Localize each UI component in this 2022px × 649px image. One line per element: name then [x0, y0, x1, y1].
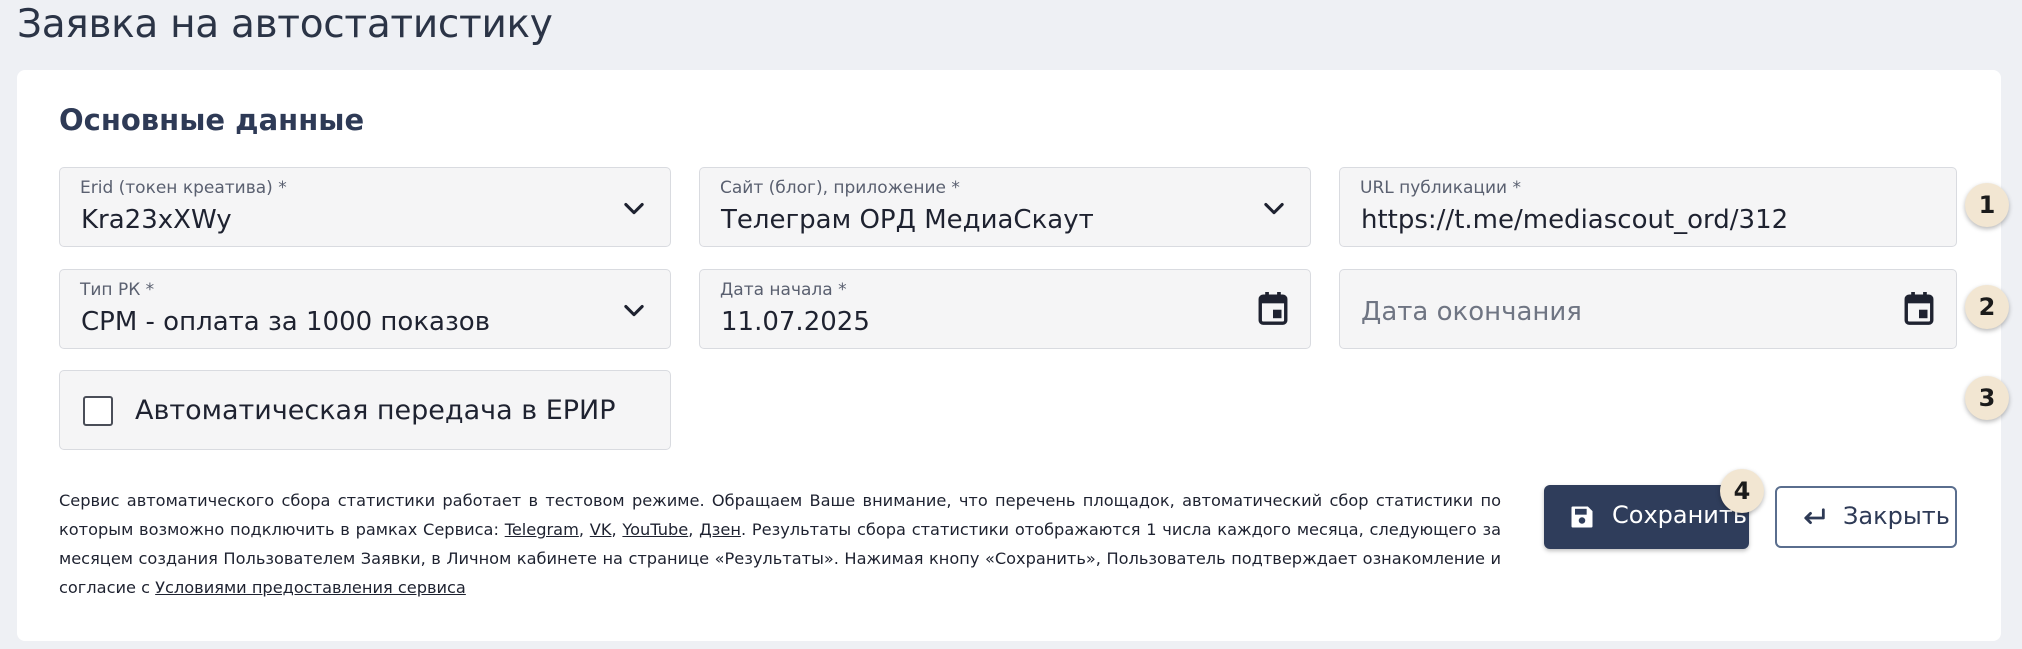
chevron-down-icon[interactable]	[1260, 194, 1288, 222]
close-button[interactable]: Закрыть	[1775, 486, 1957, 548]
link-telegram[interactable]: Telegram	[505, 520, 579, 539]
notice-separator: ,	[611, 520, 623, 539]
rk-type-label: Тип РК *	[80, 280, 155, 300]
notice-separator: ,	[578, 520, 590, 539]
save-button[interactable]: Сохранить	[1544, 485, 1749, 549]
step-badge-2: 2	[1965, 285, 2009, 329]
step-badge-3: 3	[1965, 376, 2009, 420]
url-input[interactable]: URL публикации * https://t.me/mediascout…	[1339, 167, 1957, 247]
link-vk[interactable]: VK	[590, 520, 612, 539]
link-youtube[interactable]: YouTube	[622, 520, 688, 539]
service-notice: Сервис автоматического сбора статистики …	[59, 486, 1501, 602]
erid-select[interactable]: Erid (токен креатива) * Kra23xXWy	[59, 167, 671, 247]
link-terms[interactable]: Условиями предоставления сервиса	[155, 578, 466, 597]
erir-checkbox-field[interactable]: Автоматическая передача в ЕРИР	[59, 370, 671, 450]
calendar-icon[interactable]	[1256, 290, 1290, 328]
site-label: Сайт (блог), приложение *	[720, 178, 960, 198]
section-title: Основные данные	[59, 103, 365, 137]
form-card: Основные данные Erid (токен креатива) * …	[17, 70, 2001, 641]
step-badge-4: 4	[1720, 469, 1764, 513]
erid-label: Erid (токен креатива) *	[80, 178, 287, 198]
end-date-input[interactable]: Дата окончания	[1339, 269, 1957, 349]
site-value: Телеграм ОРД МедиаСкаут	[721, 205, 1094, 235]
link-dzen[interactable]: Дзен	[699, 520, 741, 539]
site-select[interactable]: Сайт (блог), приложение * Телеграм ОРД М…	[699, 167, 1311, 247]
erir-checkbox[interactable]	[83, 396, 113, 426]
step-badge-1: 1	[1965, 183, 2009, 227]
url-label: URL публикации *	[1360, 178, 1521, 198]
chevron-down-icon[interactable]	[620, 194, 648, 222]
url-value: https://t.me/mediascout_ord/312	[1361, 205, 1789, 235]
rk-type-select[interactable]: Тип РК * CPM - оплата за 1000 показов	[59, 269, 671, 349]
calendar-icon[interactable]	[1902, 290, 1936, 328]
chevron-down-icon[interactable]	[620, 296, 648, 324]
start-date-label: Дата начала *	[720, 280, 847, 300]
erir-checkbox-label: Автоматическая передача в ЕРИР	[135, 395, 616, 426]
save-icon	[1571, 506, 1593, 528]
end-date-placeholder: Дата окончания	[1361, 297, 1582, 327]
rk-type-value: CPM - оплата за 1000 показов	[81, 307, 491, 337]
notice-separator: ,	[688, 520, 700, 539]
close-button-label: Закрыть	[1843, 502, 1950, 530]
return-arrow-icon	[1804, 508, 1825, 525]
start-date-input[interactable]: Дата начала * 11.07.2025	[699, 269, 1311, 349]
page-title: Заявка на автостатистику	[17, 2, 553, 47]
start-date-value: 11.07.2025	[721, 307, 870, 337]
erid-value: Kra23xXWy	[81, 205, 232, 235]
